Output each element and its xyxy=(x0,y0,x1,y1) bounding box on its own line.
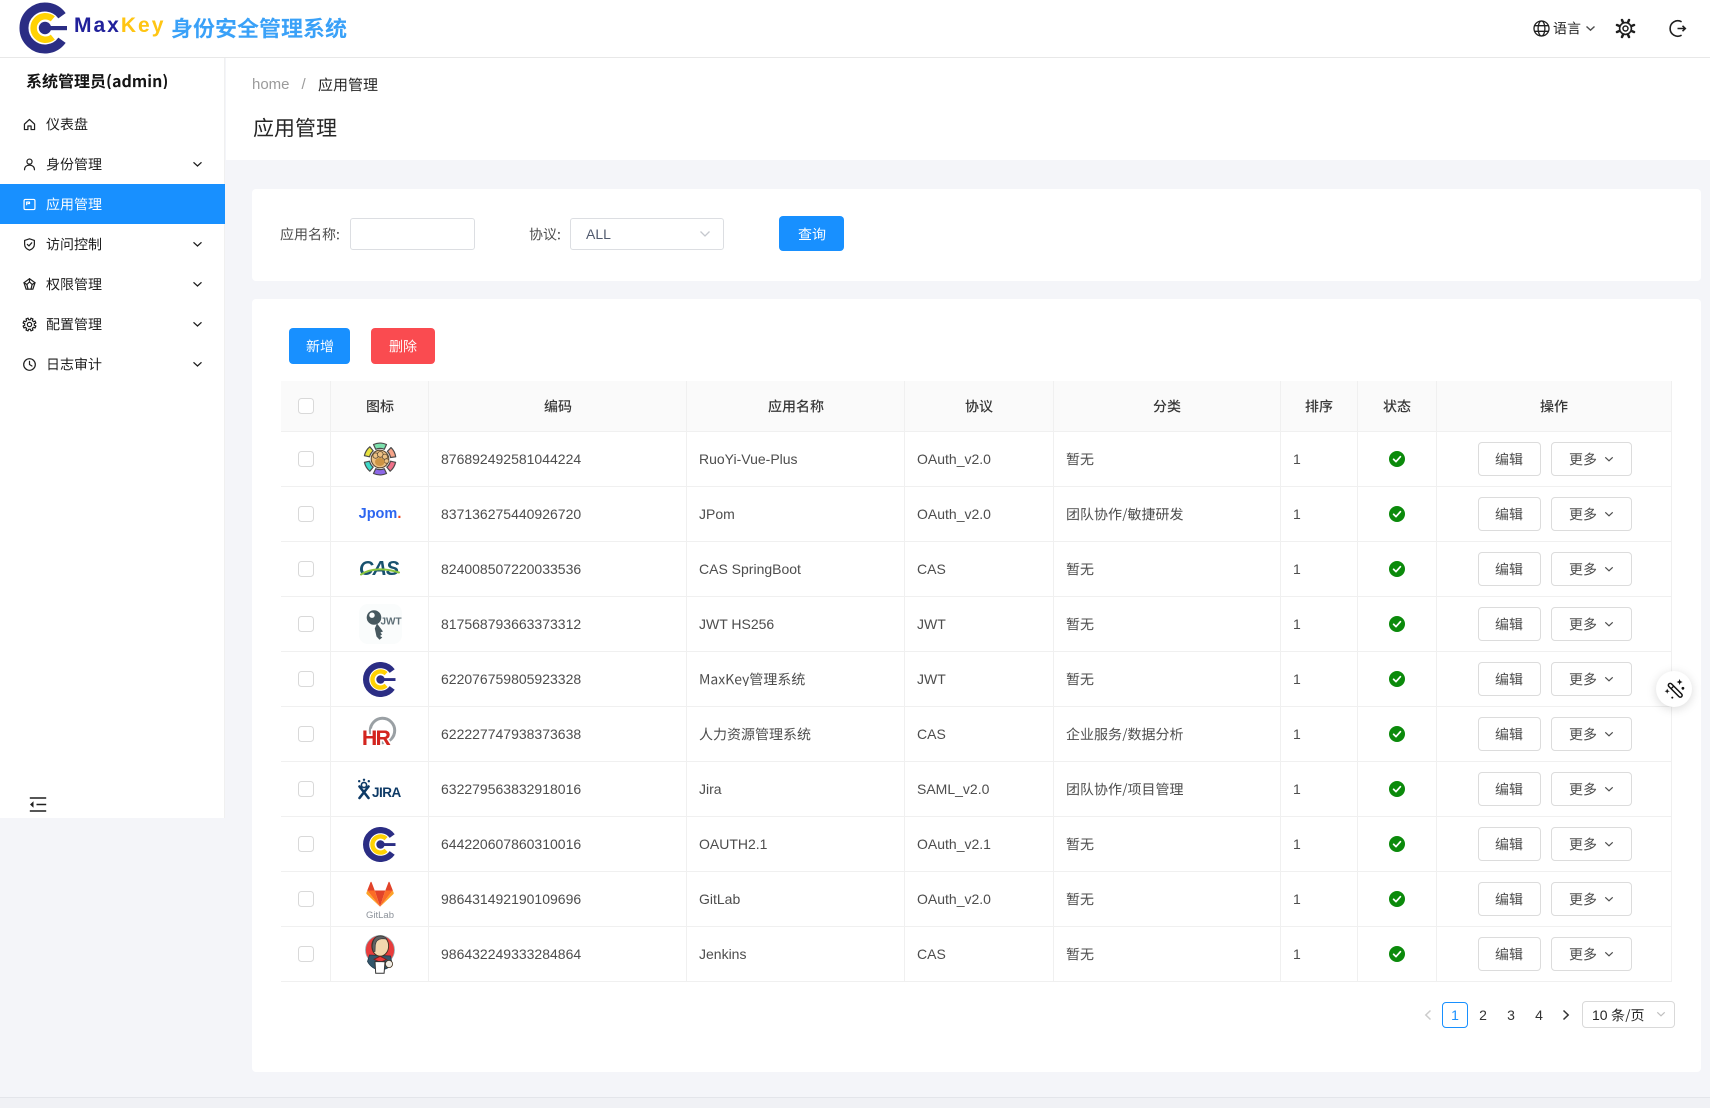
svg-text:JWT: JWT xyxy=(380,616,401,627)
svg-text:GitLab: GitLab xyxy=(366,910,394,920)
svg-text:HR: HR xyxy=(362,727,391,750)
svg-text:JIRA: JIRA xyxy=(372,785,402,800)
